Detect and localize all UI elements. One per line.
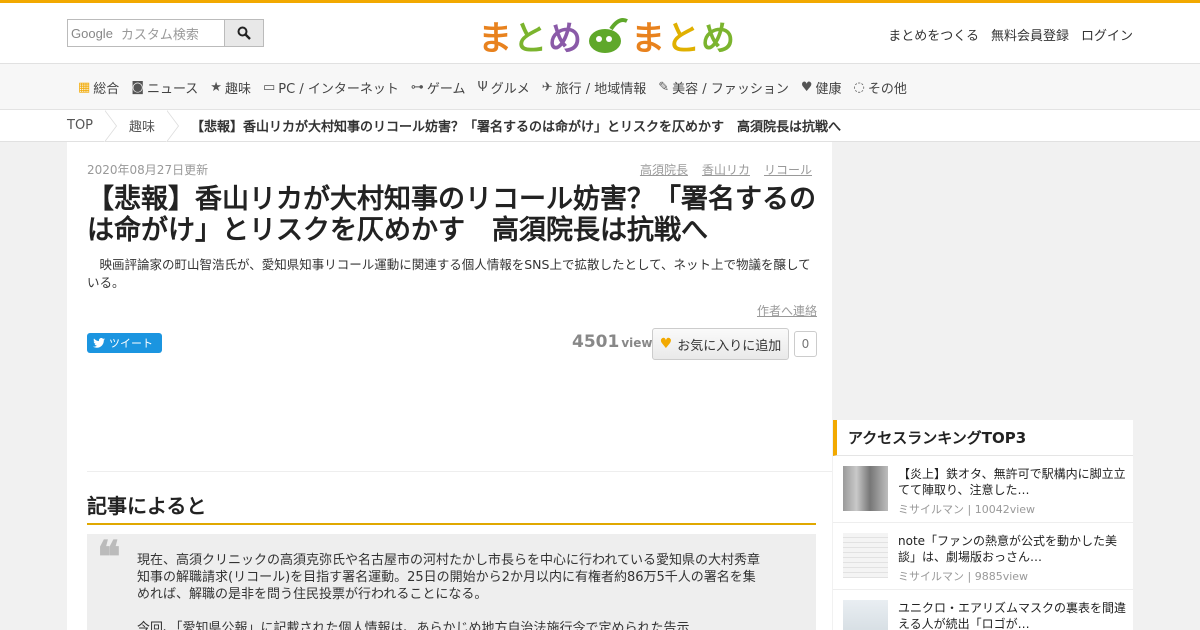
tag-link[interactable]: 香山リカ bbox=[702, 161, 750, 178]
ranking-title: アクセスランキングTOP3 bbox=[833, 420, 1133, 456]
category-label: グルメ bbox=[490, 82, 530, 97]
plane-icon: ✈ bbox=[541, 80, 553, 95]
site-logo[interactable]: ま と め ま と め bbox=[478, 13, 736, 59]
category-label: 総合 bbox=[93, 82, 120, 97]
category-label: ニュース bbox=[146, 82, 199, 97]
heart-icon: ♥ bbox=[659, 336, 673, 352]
breadcrumb-separator bbox=[104, 109, 119, 142]
category-item[interactable]: ♥ 健康 bbox=[801, 78, 842, 97]
contact-author-link[interactable]: 作者へ連絡 bbox=[757, 302, 817, 319]
breadcrumb-category[interactable]: 趣味 bbox=[129, 116, 155, 135]
logo-char: め bbox=[701, 18, 736, 59]
category-label: 旅行 / 地域情報 bbox=[555, 82, 647, 97]
create-matome-link[interactable]: まとめをつくる bbox=[888, 25, 979, 44]
category-item[interactable]: Ψ グルメ bbox=[477, 78, 529, 97]
logo-char: と bbox=[666, 18, 701, 59]
search-button[interactable] bbox=[224, 19, 264, 47]
article-lead: 映画評論家の町山智浩氏が、愛知県知事リコール運動に関連する個人情報をSNS上で拡… bbox=[87, 257, 811, 290]
logo-char: と bbox=[513, 18, 548, 59]
twitter-bird-icon bbox=[93, 338, 105, 348]
category-item[interactable]: ◙ ニュース bbox=[131, 78, 198, 97]
category-nav: ▦ 総合 ◙ ニュース ★ 趣味 ▭ PC / インターネット ⊶ ゲーム Ψ グルメ ✈ 旅… bbox=[0, 64, 1200, 110]
logo-leaf-icon bbox=[589, 18, 628, 53]
ranking-item-meta: ミサイルマン | 10042view bbox=[898, 503, 1036, 516]
quote-text: 現在、高須クリニックの高須克弥氏や名古屋市の河村たかし市長らを中心に行われている… bbox=[137, 553, 760, 602]
heartbeat-icon: ♥ bbox=[800, 80, 813, 95]
logo-char: ま bbox=[478, 18, 513, 59]
header-links: まとめをつくる 無料会員登録 ログイン bbox=[888, 25, 1133, 44]
breadcrumb-top[interactable]: TOP bbox=[0, 118, 93, 133]
divider bbox=[87, 471, 832, 472]
monitor-icon: ▭ bbox=[262, 80, 276, 95]
star-icon: ★ bbox=[210, 80, 222, 95]
blockquote: ❝ 現在、高須クリニックの高須克弥氏や名古屋市の河村たかし市長らを中心に行われて… bbox=[87, 534, 816, 630]
shapes-icon: ◌ bbox=[853, 80, 865, 95]
category-label: ゲーム bbox=[426, 82, 466, 97]
favorite-label: お気に入りに追加 bbox=[677, 338, 782, 354]
ranking-item-title[interactable]: note「ファンの熱意が公式を動かした美談」は、劇場版おっさん… bbox=[898, 533, 1128, 565]
camera-icon: ◙ bbox=[131, 80, 144, 95]
search-icon bbox=[237, 26, 251, 40]
category-label: 趣味 bbox=[224, 82, 251, 97]
quote-icon: ❝ bbox=[97, 532, 121, 583]
search-input[interactable]: Google カスタム検索 bbox=[67, 19, 224, 47]
category-item[interactable]: ▭ PC / インターネット bbox=[263, 78, 399, 97]
login-link[interactable]: ログイン bbox=[1081, 25, 1133, 44]
category-label: 健康 bbox=[815, 82, 842, 97]
article-main: 2020年08月27日更新 高須院長 香山リカ リコール 【悲報】香山リカが大村… bbox=[67, 142, 832, 630]
pen-icon: ✎ bbox=[658, 80, 670, 95]
gamepad-icon: ⊶ bbox=[410, 80, 424, 95]
article-title: 【悲報】香山リカが大村知事のリコール妨害？「署名するのは命がけ」とリスクを仄めか… bbox=[87, 184, 816, 246]
article-tags: 高須院長 香山リカ リコール bbox=[640, 161, 812, 178]
ranking-thumbnail[interactable] bbox=[843, 600, 888, 630]
tag-link[interactable]: 高須院長 bbox=[640, 161, 688, 178]
tweet-button[interactable]: ツイート bbox=[87, 333, 162, 353]
add-favorite-button[interactable]: ♥ お気に入りに追加 bbox=[652, 328, 789, 360]
ranking-item-title[interactable]: ユニクロ・エアリズムマスクの裏表を間違える人が続出「ロゴが… bbox=[898, 600, 1128, 630]
quote-text-continued: 今回、「愛知県公報」に記載された個人情報は、あらかじめ地方自治法施行令で定められ… bbox=[137, 621, 690, 630]
ranking-widget: アクセスランキングTOP3 【炎上】鉄オタ、無許可で駅構内に脚立立てて陣取り、注… bbox=[833, 420, 1133, 630]
category-item[interactable]: ✈ 旅行 / 地域情報 bbox=[542, 78, 647, 97]
tag-link[interactable]: リコール bbox=[764, 161, 812, 178]
ranking-item[interactable]: 【炎上】鉄オタ、無許可で駅構内に脚立立てて陣取り、注意した… ミサイルマン | … bbox=[833, 456, 1133, 523]
utensils-icon: Ψ bbox=[477, 80, 488, 95]
category-label: PC / インターネット bbox=[278, 82, 399, 97]
article-date: 2020年08月27日更新 bbox=[87, 163, 209, 177]
site-header: Google カスタム検索 ま と め ま と め まとめをつくる 無料会員登録… bbox=[0, 0, 1200, 64]
breadcrumb: TOP 趣味 【悲報】香山リカが大村知事のリコール妨害？「署名するのは命がけ」と… bbox=[0, 109, 1200, 142]
ranking-item[interactable]: ユニクロ・エアリズムマスクの裏表を間違える人が続出「ロゴが… bbox=[833, 590, 1133, 630]
search-placeholder: カスタム検索 bbox=[120, 27, 199, 43]
category-item[interactable]: ▦ 総合 bbox=[78, 78, 119, 97]
tweet-label: ツイート bbox=[109, 337, 153, 350]
logo-char: ま bbox=[631, 18, 666, 59]
category-item[interactable]: ✎ 美容 / ファッション bbox=[658, 78, 789, 97]
category-item[interactable]: ⊶ ゲーム bbox=[411, 78, 466, 97]
register-link[interactable]: 無料会員登録 bbox=[991, 25, 1069, 44]
view-unit: view bbox=[621, 336, 653, 350]
category-item[interactable]: ★ 趣味 bbox=[210, 78, 251, 97]
ranking-item-meta: ミサイルマン | 9885view bbox=[898, 570, 1029, 583]
logo-char: め bbox=[548, 18, 583, 59]
section-heading: 記事によると bbox=[87, 490, 816, 525]
ranking-item[interactable]: note「ファンの熱意が公式を動かした美談」は、劇場版おっさん… ミサイルマン … bbox=[833, 523, 1133, 590]
category-label: 美容 / ファッション bbox=[672, 82, 789, 97]
breadcrumb-separator bbox=[166, 109, 181, 142]
ranking-thumbnail[interactable] bbox=[843, 466, 888, 511]
category-item[interactable]: ◌ その他 bbox=[854, 78, 907, 97]
view-count: 4501 view bbox=[572, 332, 653, 352]
grid-icon: ▦ bbox=[78, 80, 91, 95]
favorite-count: 0 bbox=[794, 331, 817, 357]
search-form: Google カスタム検索 bbox=[67, 19, 264, 47]
category-label: その他 bbox=[867, 82, 907, 97]
breadcrumb-current: 【悲報】香山リカが大村知事のリコール妨害？「署名するのは命がけ」とリスクを仄めか… bbox=[191, 120, 842, 135]
ranking-item-title[interactable]: 【炎上】鉄オタ、無許可で駅構内に脚立立てて陣取り、注意した… bbox=[898, 466, 1128, 498]
ranking-thumbnail[interactable] bbox=[843, 533, 888, 578]
view-number: 4501 bbox=[572, 332, 620, 352]
google-brand: Google bbox=[71, 25, 113, 41]
